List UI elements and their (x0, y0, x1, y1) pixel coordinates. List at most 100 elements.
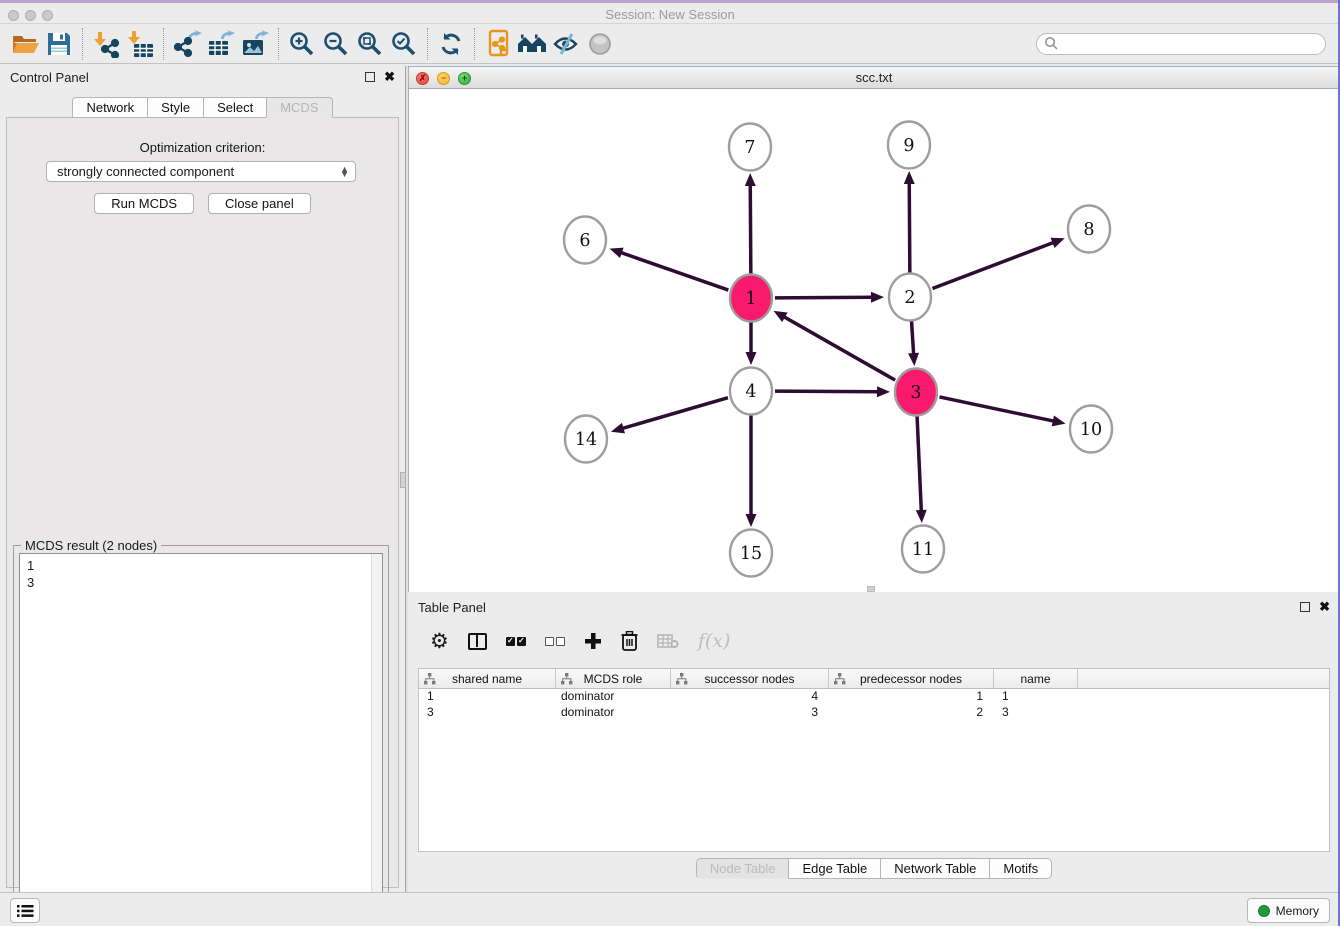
cell-shared-name[interactable]: 3 (419, 705, 556, 721)
home-icon[interactable] (515, 27, 549, 61)
column-header-predecessor-nodes[interactable]: predecessor nodes (829, 669, 994, 688)
mcds-result-line: 3 (27, 574, 382, 591)
edge-4-14[interactable] (611, 398, 728, 434)
edge-2-9[interactable] (904, 171, 915, 273)
node-7[interactable]: 7 (729, 124, 771, 171)
edge-1-2[interactable] (775, 292, 884, 303)
import-network-icon[interactable] (89, 27, 123, 61)
close-panel-button[interactable]: Close panel (208, 193, 311, 214)
column-header-shared-name[interactable]: shared name (419, 669, 556, 688)
cell-predecessor-nodes[interactable]: 1 (829, 689, 994, 705)
node-11[interactable]: 11 (902, 526, 944, 573)
node-1[interactable]: 1 (730, 275, 772, 322)
column-header-name[interactable]: name (994, 669, 1078, 688)
edge-4-15[interactable] (746, 415, 757, 527)
node-9[interactable]: 9 (888, 122, 930, 169)
edge-3-1[interactable] (774, 311, 896, 380)
tab-edge-table[interactable]: Edge Table (788, 858, 880, 879)
search-field[interactable] (1036, 33, 1326, 55)
tab-network[interactable]: Network (72, 97, 147, 118)
node-2[interactable]: 2 (889, 274, 931, 321)
node-14[interactable]: 14 (565, 416, 607, 463)
deselect-all-icon[interactable] (545, 637, 565, 646)
titlebar: Session: New Session (0, 3, 1340, 24)
cell-successor-nodes[interactable]: 3 (671, 705, 829, 721)
tab-node-table[interactable]: Node Table (696, 858, 789, 879)
cell-MCDS-role[interactable]: dominator (556, 705, 671, 721)
node-table[interactable]: shared nameMCDS rolesuccessor nodesprede… (418, 668, 1330, 852)
close-panel-icon[interactable]: ✖ (384, 72, 395, 82)
export-table-icon[interactable] (204, 27, 238, 61)
cell-shared-name[interactable]: 1 (419, 689, 556, 705)
edge-3-10[interactable] (939, 397, 1065, 426)
zoom-fit-icon[interactable] (353, 27, 387, 61)
cell-MCDS-role[interactable]: dominator (556, 689, 671, 705)
mcds-result-text[interactable]: 1 3 (19, 553, 383, 919)
zoom-selected-icon[interactable] (387, 27, 421, 61)
edge-2-3[interactable] (908, 321, 919, 366)
node-6[interactable]: 6 (564, 217, 606, 264)
float-panel-icon[interactable] (1300, 602, 1310, 612)
splitter-grip[interactable] (400, 472, 406, 488)
node-label: 4 (745, 382, 756, 402)
node-15[interactable]: 15 (730, 530, 772, 577)
float-panel-icon[interactable] (365, 72, 375, 82)
tab-motifs[interactable]: Motifs (989, 858, 1052, 879)
save-session-icon[interactable] (42, 27, 76, 61)
node-10[interactable]: 10 (1070, 406, 1112, 453)
export-network-icon[interactable] (170, 27, 204, 61)
open-session-icon[interactable] (8, 27, 42, 61)
criterion-dropdown[interactable]: strongly connected component ▲▼ (46, 161, 356, 182)
result-scrollbar[interactable] (371, 554, 382, 918)
cell-predecessor-nodes[interactable]: 2 (829, 705, 994, 721)
task-history-button[interactable] (10, 898, 40, 923)
clone-network-icon[interactable] (481, 27, 515, 61)
run-mcds-button[interactable]: Run MCDS (94, 193, 194, 214)
table-settings-icon[interactable]: ⚙ (430, 629, 449, 654)
delete-row-icon[interactable] (621, 631, 638, 651)
memory-button[interactable]: Memory (1247, 898, 1330, 923)
criterion-value: strongly connected component (57, 164, 340, 179)
table-panel-title: Table Panel (418, 600, 1300, 615)
table-row[interactable]: 1dominator411 (419, 689, 1329, 705)
tab-select[interactable]: Select (203, 97, 266, 118)
tab-mcds[interactable]: MCDS (266, 97, 332, 118)
cell-name[interactable]: 1 (994, 689, 1078, 705)
close-panel-icon[interactable]: ✖ (1319, 602, 1330, 612)
edge-4-3[interactable] (775, 386, 890, 397)
node-label: 1 (745, 289, 756, 309)
node-label: 10 (1080, 420, 1102, 440)
table-row[interactable]: 3dominator323 (419, 705, 1329, 721)
import-table-icon[interactable] (123, 27, 157, 61)
export-image-icon[interactable] (238, 27, 272, 61)
edge-1-4[interactable] (746, 322, 757, 365)
select-all-icon[interactable]: ✓✓ (506, 637, 526, 646)
zoom-in-icon[interactable] (285, 27, 319, 61)
horizontal-splitter-grip[interactable] (867, 586, 875, 592)
refresh-icon[interactable] (434, 27, 468, 61)
hide-details-icon[interactable] (549, 27, 583, 61)
tab-style[interactable]: Style (147, 97, 203, 118)
network-window-titlebar[interactable]: ✗ − + scc.txt (409, 67, 1339, 89)
show-columns-icon[interactable] (468, 633, 487, 650)
network-graph[interactable]: 7 9 6 8 1 2 4 3 14 10 15 11 (409, 89, 1339, 592)
tab-network-table[interactable]: Network Table (880, 858, 989, 879)
edge-1-6[interactable] (610, 248, 729, 290)
column-header-MCDS-role[interactable]: MCDS role (556, 669, 671, 688)
edge-2-8[interactable] (932, 238, 1064, 289)
network-canvas[interactable]: 7 9 6 8 1 2 4 3 14 10 15 11 (409, 89, 1339, 592)
node-8[interactable]: 8 (1068, 206, 1110, 253)
cell-successor-nodes[interactable]: 4 (671, 689, 829, 705)
cell-name[interactable]: 3 (994, 705, 1078, 721)
edge-3-11[interactable] (916, 416, 927, 523)
node-3[interactable]: 3 (895, 369, 937, 416)
edge-1-7[interactable] (745, 173, 756, 274)
birds-eye-icon[interactable] (583, 27, 617, 61)
zoom-out-icon[interactable] (319, 27, 353, 61)
node-label: 14 (575, 430, 597, 450)
add-row-icon[interactable] (584, 632, 602, 650)
column-header-successor-nodes[interactable]: successor nodes (671, 669, 829, 688)
search-input[interactable] (1059, 35, 1325, 53)
node-4[interactable]: 4 (730, 368, 772, 415)
memory-status-icon (1258, 905, 1270, 917)
